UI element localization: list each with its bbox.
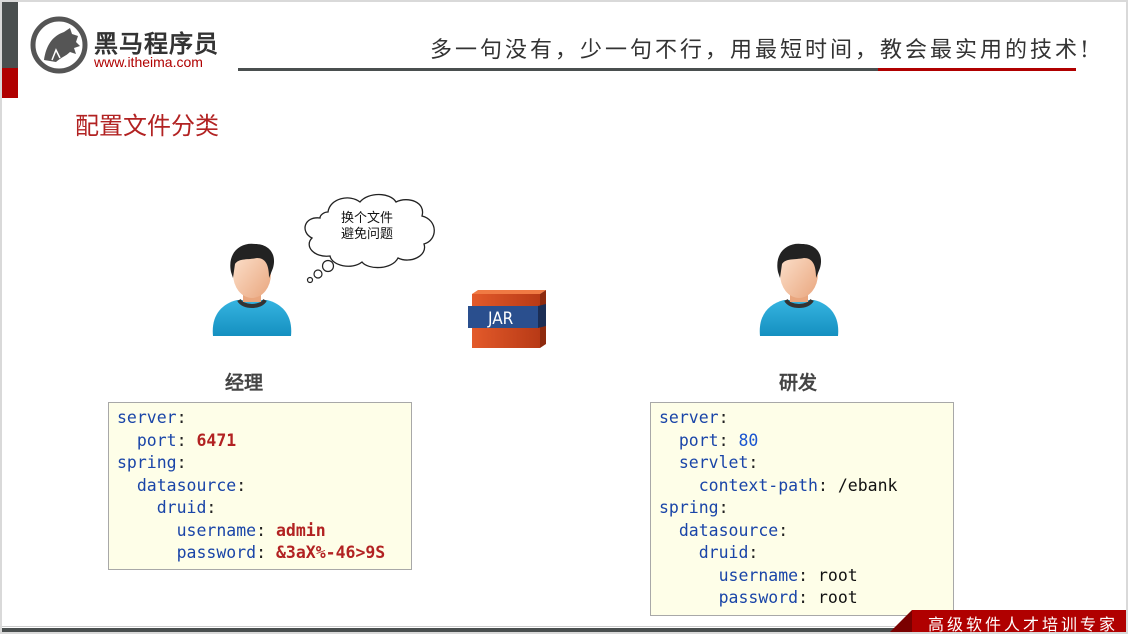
- config-sep: :: [718, 408, 729, 427]
- config-line: spring:: [659, 497, 945, 520]
- header-divider-gray: [238, 68, 878, 71]
- config-line: username: admin: [117, 520, 403, 543]
- config-key: spring: [117, 453, 177, 472]
- config-sep: :: [817, 475, 838, 495]
- config-line: datasource:: [659, 520, 945, 543]
- config-sep: :: [176, 430, 197, 450]
- config-sep: :: [236, 475, 247, 495]
- config-line: druid:: [117, 497, 403, 520]
- footer-tag-corner: [890, 610, 912, 632]
- config-sep: :: [256, 520, 276, 540]
- config-sep: :: [798, 565, 818, 585]
- config-key: server: [117, 408, 177, 427]
- config-sep: :: [748, 543, 759, 562]
- config-sep: :: [176, 453, 187, 472]
- config-value: 80: [738, 430, 759, 450]
- horse-logo-icon: [30, 16, 88, 74]
- config-line: druid:: [659, 542, 945, 565]
- config-key: server: [659, 408, 719, 427]
- thought-line-1: 换个文件: [340, 211, 393, 226]
- config-value: admin: [275, 520, 326, 540]
- config-line: port: 80: [659, 430, 945, 453]
- config-sep: :: [798, 588, 818, 607]
- config-key: username: [718, 565, 799, 585]
- thought-line-2: 避免问题: [340, 227, 393, 242]
- config-sep: :: [176, 408, 187, 427]
- developer-avatar-icon: [759, 243, 839, 336]
- config-key: druid: [698, 543, 749, 562]
- config-sep: :: [748, 453, 759, 472]
- config-key: druid: [156, 498, 207, 517]
- config-key: port: [678, 430, 719, 450]
- slogan: 多一句没有，少一句不行，用最短时间，教会最实用的技术!: [430, 38, 1092, 63]
- jar-label: JAR: [487, 309, 514, 329]
- manager-role-label: 经理: [225, 372, 264, 394]
- config-line: server:: [659, 407, 945, 430]
- config-sep: :: [206, 498, 217, 517]
- config-line: context-path: /ebank: [659, 475, 945, 498]
- config-line: servlet:: [659, 452, 945, 475]
- left-accent-bar-red: [2, 68, 18, 98]
- brand-logo: 黑马程序员 www.itheima.com: [30, 16, 230, 76]
- thought-bubble-text: 换个文件 避免问题: [332, 211, 402, 243]
- config-key: port: [136, 430, 177, 450]
- config-line: password: &3aX%-46>9S: [117, 542, 403, 565]
- slide: 黑马程序员 www.itheima.com 多一句没有，少一句不行，用最短时间，…: [2, 2, 1126, 632]
- section-title: 配置文件分类: [75, 112, 219, 140]
- developer-config-block: server: port: 80 servlet: context-path: …: [650, 402, 954, 616]
- config-value: root: [817, 588, 858, 607]
- config-line: server:: [117, 407, 403, 430]
- logo-url: www.itheima.com: [94, 54, 203, 70]
- config-key: context-path: [698, 475, 818, 495]
- config-value: &3aX%-46>9S: [275, 543, 386, 562]
- footer-tagline: 高级软件人才培训专家: [928, 615, 1119, 632]
- config-line: password: root: [659, 587, 945, 610]
- config-key: password: [718, 588, 799, 607]
- manager-avatar-icon: [212, 243, 292, 336]
- config-value: 6471: [196, 430, 237, 450]
- left-accent-bar-gray: [2, 2, 18, 68]
- config-sep: :: [778, 520, 789, 540]
- config-value: /ebank: [837, 475, 898, 495]
- jar-package-icon: JAR: [468, 290, 546, 348]
- manager-config-block: server: port: 6471 spring: datasource: dr…: [108, 402, 412, 570]
- config-key: spring: [659, 498, 719, 517]
- config-key: username: [176, 520, 257, 540]
- config-value: root: [817, 565, 858, 585]
- config-key: password: [176, 543, 257, 562]
- config-line: spring:: [117, 452, 403, 475]
- config-sep: :: [256, 543, 276, 562]
- developer-role-label: 研发: [779, 372, 818, 394]
- config-line: username: root: [659, 565, 945, 588]
- config-line: port: 6471: [117, 430, 403, 453]
- config-sep: :: [718, 430, 739, 450]
- config-sep: :: [718, 498, 729, 517]
- header-divider-red: [878, 68, 1076, 71]
- config-key: datasource: [136, 475, 237, 495]
- config-line: datasource:: [117, 475, 403, 498]
- config-key: servlet: [678, 453, 749, 472]
- config-key: datasource: [678, 520, 779, 540]
